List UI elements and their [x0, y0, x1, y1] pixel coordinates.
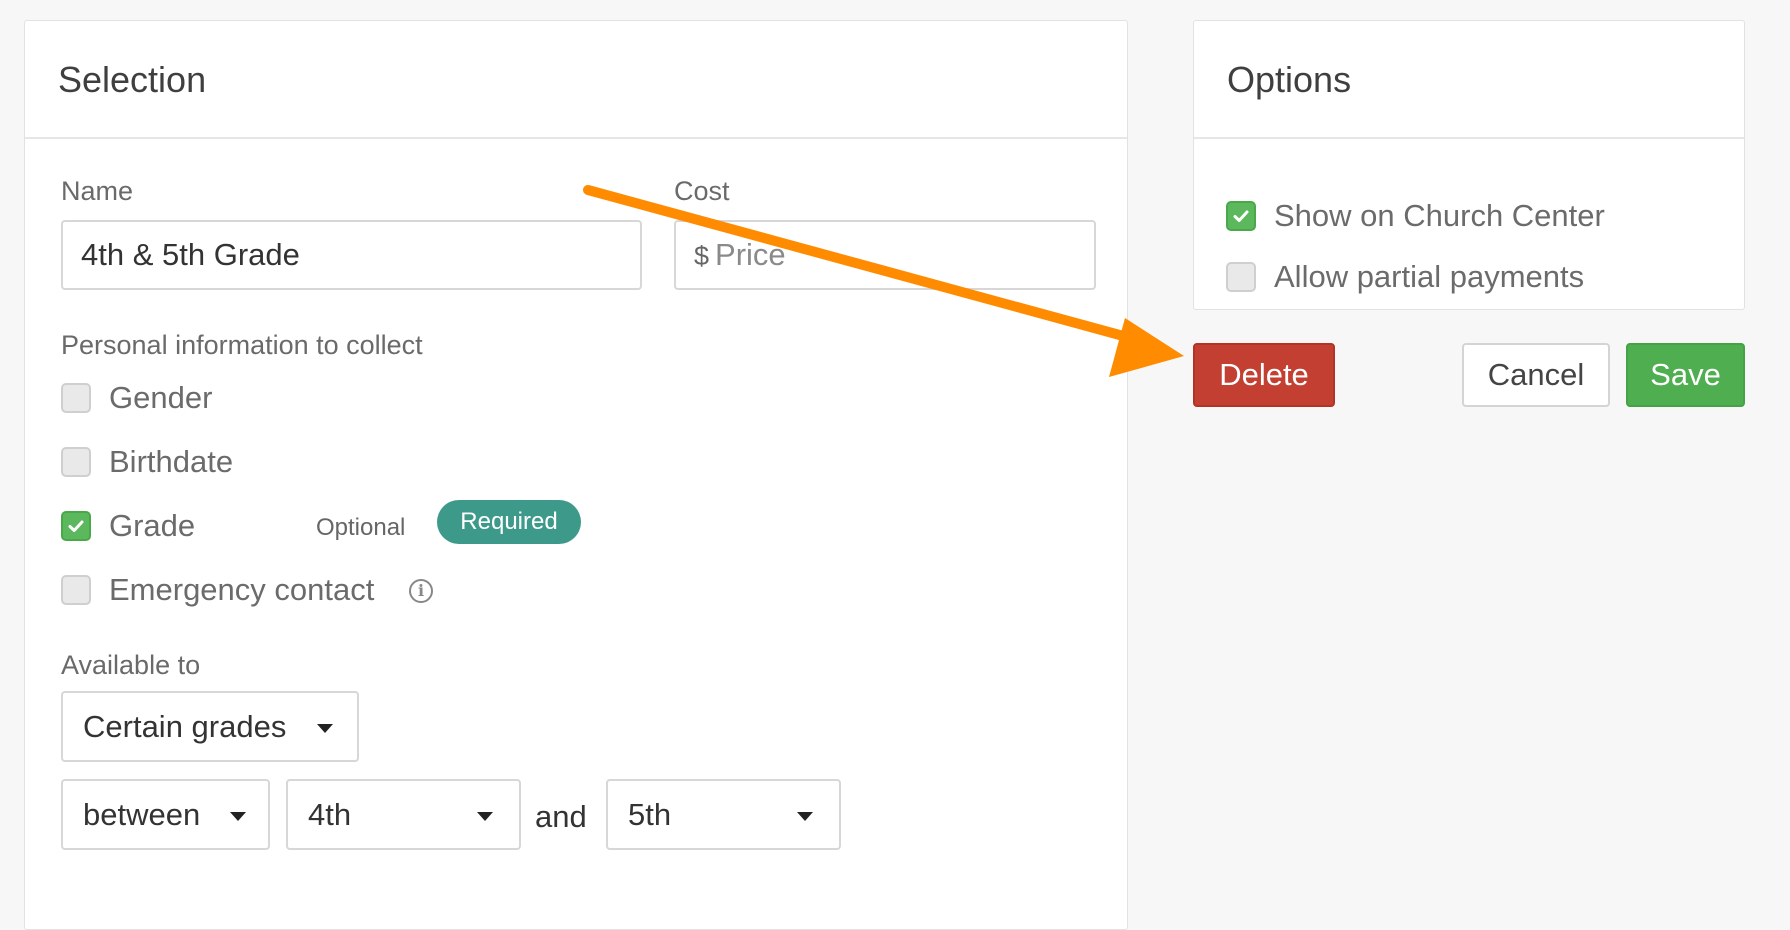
- option-allow-partial-payments[interactable]: Allow partial payments: [1226, 257, 1584, 297]
- range-from-select[interactable]: 4th: [286, 779, 521, 850]
- option-show-on-church-center[interactable]: Show on Church Center: [1226, 196, 1605, 236]
- grade-optional-toggle[interactable]: Optional: [316, 514, 405, 542]
- personal-info-label: Personal information to collect: [61, 330, 423, 360]
- range-to-select[interactable]: 5th: [606, 779, 841, 850]
- field-grade[interactable]: Grade: [61, 506, 195, 546]
- name-label: Name: [61, 176, 134, 206]
- show-on-church-center-checkbox[interactable]: [1226, 201, 1256, 231]
- gender-label: Gender: [109, 380, 213, 415]
- chevron-down-icon: [797, 812, 813, 821]
- checkmark-icon: [1233, 210, 1249, 222]
- name-input-value: 4th & 5th Grade: [81, 237, 300, 272]
- range-operator-value: between: [83, 797, 201, 832]
- selection-title: Selection: [58, 59, 207, 100]
- range-and-text: and: [535, 799, 587, 834]
- cancel-button[interactable]: Cancel: [1462, 343, 1610, 407]
- options-title: Options: [1227, 59, 1352, 100]
- field-birthdate[interactable]: Birthdate: [61, 442, 233, 482]
- cost-label: Cost: [674, 176, 730, 206]
- range-from-value: 4th: [308, 797, 352, 832]
- chevron-down-icon: [317, 724, 333, 733]
- range-to-value: 5th: [628, 797, 672, 832]
- grade-checkbox[interactable]: [61, 511, 91, 541]
- options-panel: Options Show on Church Center Allow part…: [1193, 20, 1745, 310]
- cost-input[interactable]: $ Price: [674, 220, 1096, 290]
- gender-checkbox[interactable]: [61, 383, 91, 413]
- allow-partial-payments-label: Allow partial payments: [1274, 259, 1585, 294]
- name-input[interactable]: 4th & 5th Grade: [61, 220, 642, 290]
- options-divider: [1194, 137, 1744, 139]
- show-on-church-center-label: Show on Church Center: [1274, 198, 1605, 233]
- cost-placeholder: Price: [715, 237, 786, 272]
- birthdate-checkbox[interactable]: [61, 447, 91, 477]
- allow-partial-payments-checkbox[interactable]: [1226, 262, 1256, 292]
- delete-button[interactable]: Delete: [1193, 343, 1335, 407]
- grade-label: Grade: [109, 508, 196, 543]
- field-emergency-contact[interactable]: Emergency contact: [61, 570, 374, 610]
- selection-divider: [25, 137, 1127, 139]
- available-to-value: Certain grades: [83, 709, 287, 744]
- chevron-down-icon: [477, 812, 493, 821]
- emergency-contact-label: Emergency contact: [109, 572, 375, 607]
- birthdate-label: Birthdate: [109, 444, 234, 479]
- available-to-label: Available to: [61, 650, 201, 680]
- save-button[interactable]: Save: [1626, 343, 1745, 407]
- selection-panel: Selection Name 4th & 5th Grade Cost $ Pri…: [24, 20, 1128, 930]
- currency-symbol: $: [694, 241, 710, 271]
- available-to-select[interactable]: Certain grades: [61, 691, 359, 762]
- field-gender[interactable]: Gender: [61, 378, 212, 418]
- range-operator-select[interactable]: between: [61, 779, 270, 850]
- grade-required-toggle[interactable]: Required: [437, 500, 581, 544]
- info-icon[interactable]: i: [409, 579, 433, 603]
- chevron-down-icon: [230, 812, 246, 821]
- checkmark-icon: [68, 520, 84, 532]
- emergency-contact-checkbox[interactable]: [61, 575, 91, 605]
